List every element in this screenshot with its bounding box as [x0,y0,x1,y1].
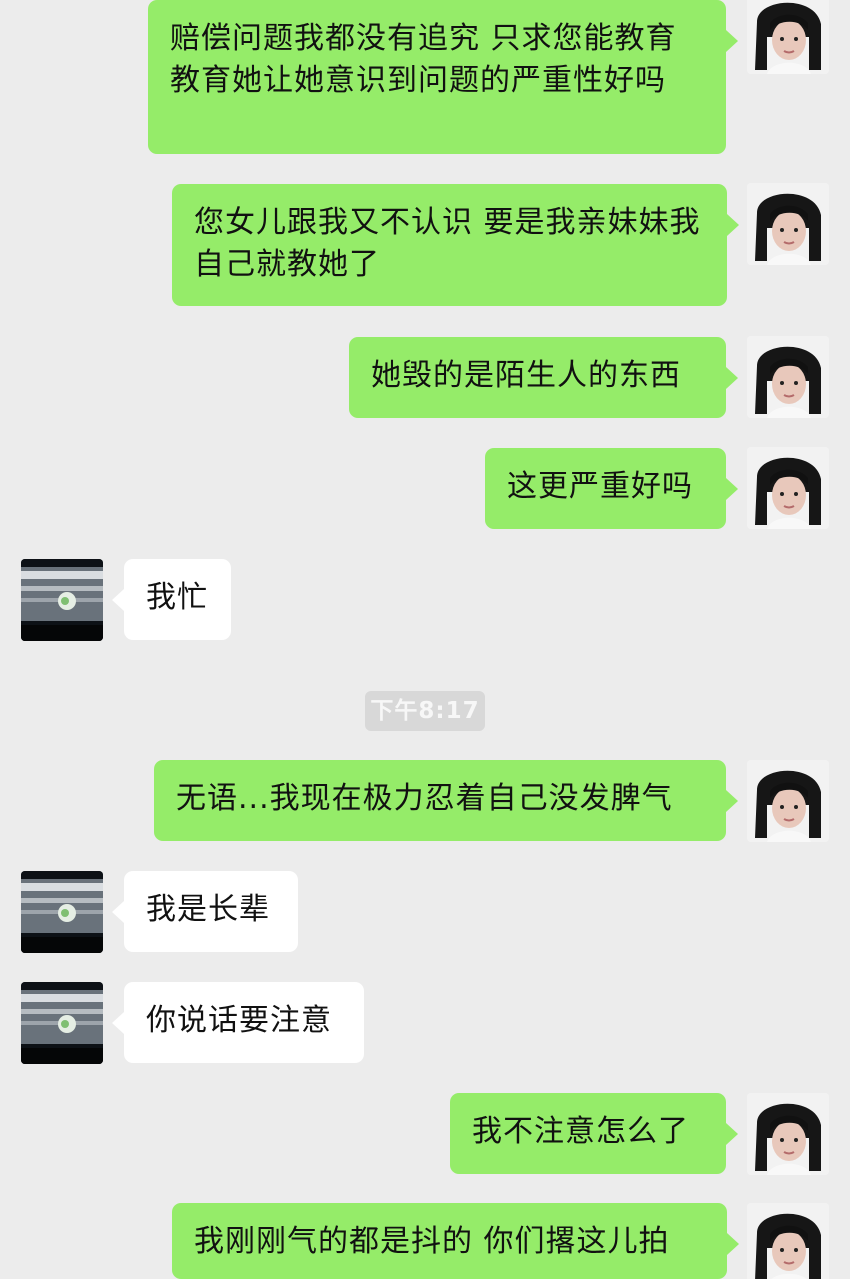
other-avatar[interactable] [21,559,103,641]
message-bubble-1[interactable]: 赔偿问题我都没有追究 只求您能教育教育她让她意识到问题的严重性好吗 [148,0,738,154]
self-avatar[interactable] [747,447,829,529]
message-bubble-8[interactable]: 你说话要注意 [112,982,364,1063]
message-bubble-5[interactable]: 我忙 [112,559,231,640]
message-bubble-9[interactable]: 我不注意怎么了 [450,1093,738,1174]
message-bubble-3[interactable]: 她毁的是陌生人的东西 [349,337,738,418]
self-avatar[interactable] [747,183,829,265]
self-avatar[interactable] [747,0,829,74]
message-timestamp: 下午8:17 [365,691,485,731]
self-avatar[interactable] [747,1203,829,1279]
message-bubble-7[interactable]: 我是长辈 [112,871,298,952]
other-avatar[interactable] [21,982,103,1064]
message-bubble-4[interactable]: 这更严重好吗 [485,448,738,529]
chat-window: 赔偿问题我都没有追究 只求您能教育教育她让她意识到问题的严重性好吗 您女儿跟我又… [0,0,850,1279]
message-bubble-6[interactable]: 无语...我现在极力忍着自己没发脾气 [154,760,738,841]
self-avatar[interactable] [747,336,829,418]
message-bubble-2[interactable]: 您女儿跟我又不认识 要是我亲妹妹我自己就教她了 [172,184,739,306]
other-avatar[interactable] [21,871,103,953]
self-avatar[interactable] [747,1093,829,1175]
self-avatar[interactable] [747,760,829,842]
message-bubble-10[interactable]: 我刚刚气的都是抖的 你们撂这儿拍 [172,1203,739,1279]
